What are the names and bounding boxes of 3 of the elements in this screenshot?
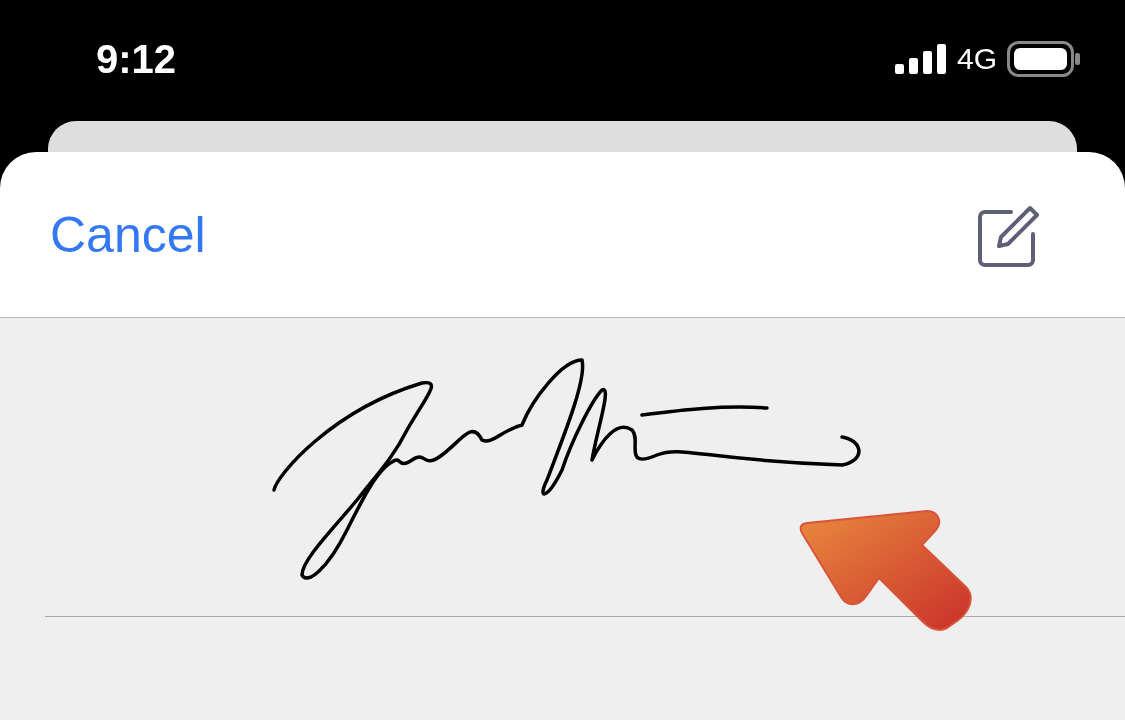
network-label: 4G bbox=[956, 42, 997, 76]
cancel-button[interactable]: Cancel bbox=[50, 205, 206, 264]
status-time: 9:12 bbox=[96, 37, 177, 82]
